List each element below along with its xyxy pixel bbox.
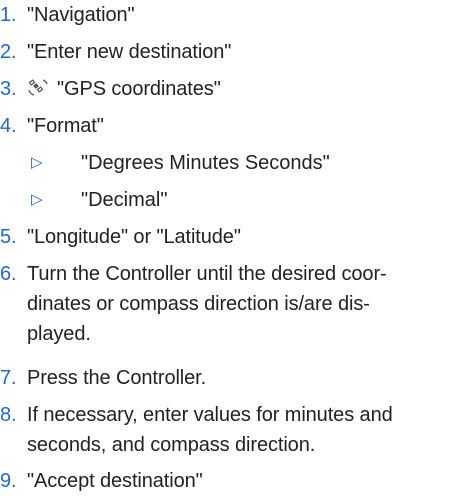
step-text: "Accept destination" — [27, 470, 203, 492]
text-line: Turn the Controller until the desired co… — [27, 263, 387, 285]
triangle-marker-icon: ▷ — [31, 191, 43, 208]
step-text: "Longitude" or "Latitude" — [27, 226, 241, 248]
step-text: Turn the Controller until the desired co… — [27, 259, 472, 349]
step-number: 8. — [0, 404, 17, 426]
step-number: 5. — [0, 226, 17, 248]
step-text: Press the Controller. — [27, 367, 207, 389]
step-number: 3. — [0, 78, 17, 100]
step-6: 6. Turn the Controller until the desired… — [0, 259, 472, 355]
text-line: If necessary, enter values for minutes a… — [27, 404, 393, 426]
step-number: 7. — [0, 367, 17, 389]
step-number: 9. — [0, 470, 17, 492]
step-text: "Enter new destination" — [27, 41, 232, 63]
step-content: "GPS coordinates" — [27, 74, 472, 104]
gps-satellite-icon — [28, 79, 48, 96]
text-line: seconds, and compass direction. — [27, 434, 316, 456]
step-number: 1. — [0, 4, 17, 26]
step-8: 8. If necessary, enter values for minute… — [0, 400, 472, 462]
instruction-page: 1. "Navigation" 2. "Enter new destinatio… — [0, 0, 476, 492]
step-text: "Navigation" — [27, 4, 135, 26]
step-number: 6. — [0, 263, 17, 285]
option-text: "Decimal" — [81, 189, 168, 211]
text-line: dinates or compass direction is/are dis- — [27, 293, 370, 315]
step-number: 2. — [0, 41, 17, 63]
option-text: "Degrees Minutes Seconds" — [81, 152, 330, 174]
step-text: "GPS coordinates" — [57, 78, 221, 100]
triangle-marker-icon: ▷ — [31, 154, 43, 171]
step-number: 4. — [0, 115, 17, 137]
step-text: "Format" — [27, 115, 104, 137]
text-line: played. — [27, 323, 91, 345]
step-text: If necessary, enter values for minutes a… — [27, 400, 472, 460]
